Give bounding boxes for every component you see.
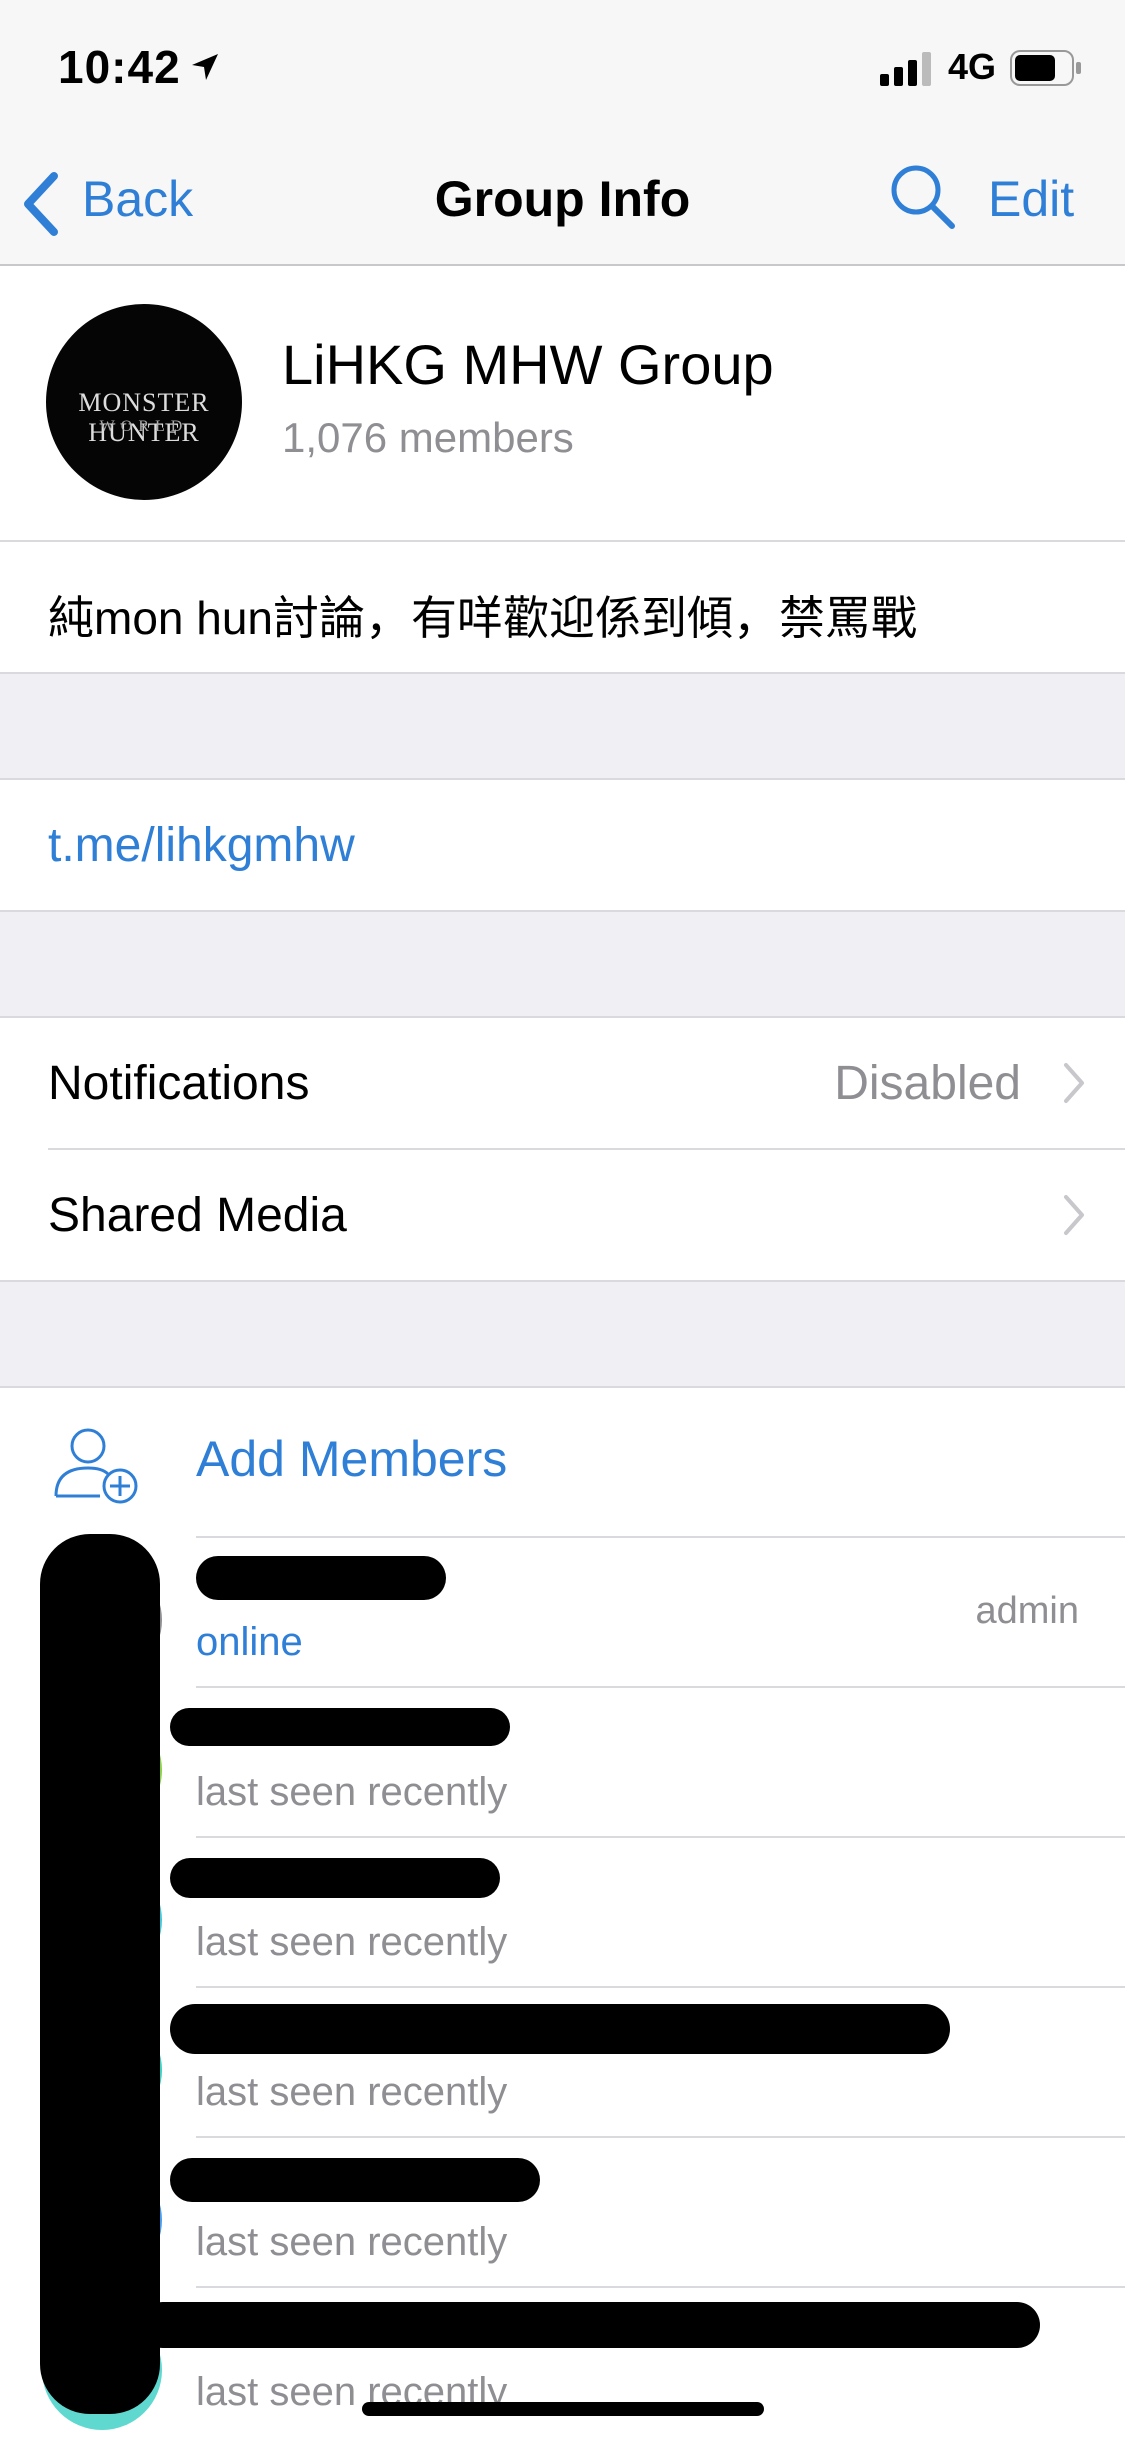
home-indicator[interactable]	[362, 2402, 764, 2416]
status-time: 10:42	[58, 41, 181, 93]
status-bar: 10:42 4G	[0, 0, 1125, 132]
member-status: last seen recently	[196, 2220, 508, 2264]
chevron-right-icon	[1064, 1195, 1084, 1235]
redaction	[40, 1534, 160, 2414]
navigation-bar: Back Group Info Edit	[0, 132, 1125, 266]
network-type: 4G	[948, 46, 997, 87]
chevron-right-icon	[1064, 1063, 1084, 1103]
member-status: last seen recently	[196, 1920, 508, 1964]
redaction	[170, 1708, 510, 1746]
group-header: MONSTER HUNTER WORLD LiHKG MHW Group 1,0…	[0, 266, 1125, 540]
add-member-icon	[54, 1428, 138, 1504]
shared-media-label: Shared Media	[48, 1189, 347, 1242]
member-count: 1,076 members	[282, 414, 574, 461]
section-gap	[0, 912, 1125, 1016]
member-status: last seen recently	[196, 2070, 508, 2114]
group-avatar[interactable]: MONSTER HUNTER WORLD	[46, 304, 242, 500]
invite-link-row[interactable]: t.me/lihkgmhw	[0, 780, 1125, 910]
section-gap	[0, 674, 1125, 778]
member-row[interactable]: last seen recently	[0, 1838, 1125, 1988]
member-role: admin	[975, 1590, 1080, 1632]
member-row[interactable]: last seen recently	[0, 1988, 1125, 2138]
group-description-text: 純mon hun討論，有咩歡迎係到傾，禁罵戰	[48, 592, 918, 644]
search-icon[interactable]	[888, 162, 956, 230]
member-row[interactable]: last seen recently	[0, 2138, 1125, 2288]
edit-button[interactable]: Edit	[988, 170, 1074, 228]
member-row[interactable]: last seen recently	[0, 1688, 1125, 1838]
redaction	[170, 2004, 950, 2054]
section-gap	[0, 1282, 1125, 1386]
shared-media-row[interactable]: Shared Media	[0, 1150, 1125, 1280]
notifications-label: Notifications	[48, 1057, 310, 1110]
avatar-logo-subtext: WORLD	[99, 418, 189, 435]
battery-icon	[1010, 50, 1081, 86]
member-status: online	[196, 1620, 303, 1664]
notifications-value: Disabled	[834, 1057, 1021, 1110]
notifications-row[interactable]: Notifications Disabled	[0, 1018, 1125, 1148]
redaction	[196, 1556, 446, 1600]
members-section: Add Members online admin last seen recen…	[0, 1388, 1125, 2436]
add-members-button[interactable]: Add Members	[196, 1430, 507, 1488]
invite-link[interactable]: t.me/lihkgmhw	[48, 818, 355, 873]
signal-icon	[880, 52, 931, 86]
redaction	[170, 1858, 500, 1898]
member-status: last seen recently	[196, 1770, 508, 1814]
group-description: 純mon hun討論，有咩歡迎係到傾，禁罵戰	[0, 542, 1125, 672]
location-arrow-icon	[192, 54, 218, 80]
page-title: Group Info	[434, 171, 691, 227]
redaction	[140, 2302, 1040, 2348]
member-row[interactable]: online admin	[0, 1538, 1125, 1688]
group-name: LiHKG MHW Group	[282, 333, 774, 396]
redaction	[170, 2158, 540, 2202]
